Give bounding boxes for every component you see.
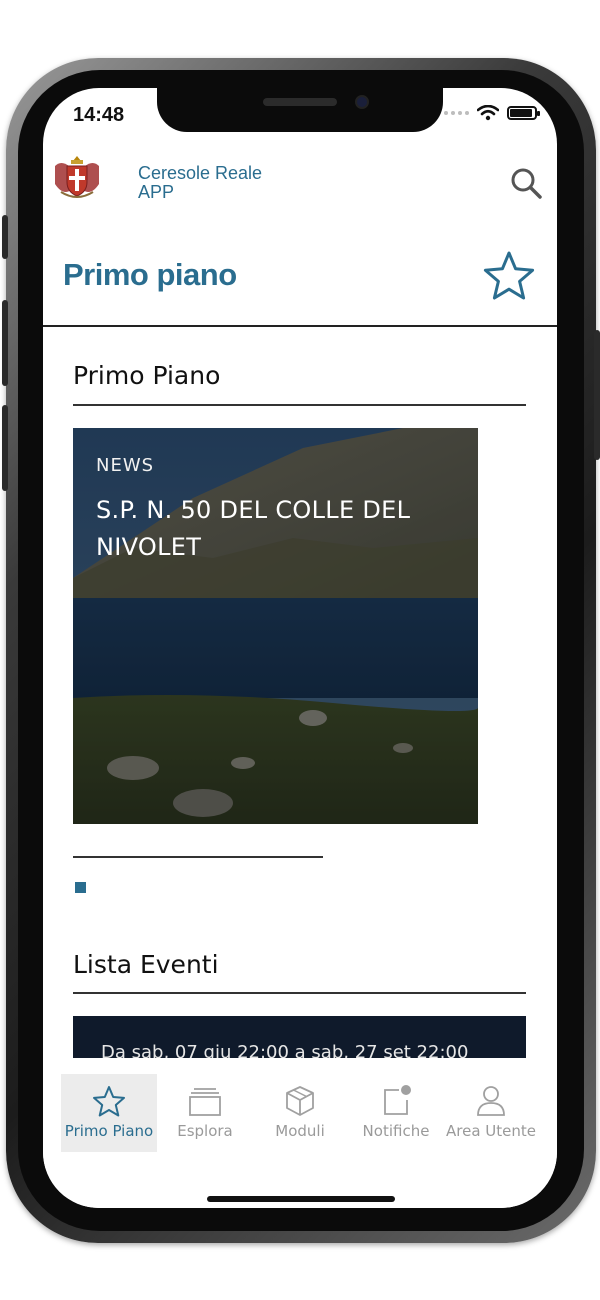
carousel-divider <box>73 856 323 858</box>
tab-notifiche[interactable]: Notifiche <box>348 1074 444 1152</box>
section-title-lista-eventi: Lista Eventi <box>73 950 219 979</box>
tab-label: Primo Piano <box>64 1122 154 1140</box>
search-icon[interactable] <box>509 166 545 202</box>
event-card[interactable]: Da sab, 07 giu 22:00 a sab, 27 set 22:00 <box>73 1016 526 1064</box>
tab-label: Moduli <box>275 1122 325 1140</box>
mute-switch <box>2 215 8 259</box>
news-kicker: NEWS <box>96 455 155 476</box>
bottom-tab-bar: Primo Piano Esplora Moduli Notifiche Are… <box>43 1058 557 1208</box>
tab-label: Esplora <box>177 1122 233 1140</box>
brand-line-1: Ceresole Reale <box>138 163 263 183</box>
featured-news-card[interactable]: NEWS S.P. N. 50 DEL COLLE DEL NIVOLET <box>73 428 478 824</box>
brand-name[interactable]: Ceresole Reale APP <box>138 164 262 202</box>
wifi-icon <box>477 105 499 121</box>
tab-primo-piano[interactable]: Primo Piano <box>61 1074 157 1152</box>
notch <box>157 88 443 132</box>
layers-icon <box>189 1088 221 1116</box>
status-time: 14:48 <box>73 104 125 126</box>
tab-label: Area Utente <box>446 1122 536 1140</box>
status-icons <box>444 105 540 121</box>
tab-area-utente[interactable]: Area Utente <box>443 1074 539 1152</box>
star-icon <box>93 1086 125 1117</box>
speaker-grille <box>263 98 337 106</box>
volume-down-button <box>2 405 8 491</box>
section-divider <box>73 404 526 406</box>
tab-label: Notifiche <box>362 1122 430 1140</box>
lake-photo <box>73 428 478 824</box>
brand-line-2: APP <box>138 182 175 202</box>
favorite-star-icon[interactable] <box>483 250 535 302</box>
battery-icon <box>507 106 540 120</box>
user-icon <box>477 1086 505 1116</box>
section-title-primo-piano: Primo Piano <box>73 361 221 390</box>
app-screen: 14:48 Ceresole Reale APP Primo piano Pri… <box>43 88 557 1208</box>
signal-dots-icon <box>444 111 469 115</box>
coat-of-arms-logo[interactable] <box>51 154 103 200</box>
home-indicator[interactable] <box>207 1196 395 1202</box>
carousel-page-indicator[interactable] <box>75 882 86 893</box>
page-title: Primo piano <box>63 257 237 292</box>
volume-up-button <box>2 300 8 386</box>
tab-esplora[interactable]: Esplora <box>157 1074 253 1152</box>
header-divider <box>43 325 557 327</box>
cube-icon <box>286 1086 314 1116</box>
front-camera <box>355 95 369 109</box>
news-headline: S.P. N. 50 DEL COLLE DEL NIVOLET <box>96 496 411 561</box>
power-button <box>594 330 600 460</box>
app-header: Ceresole Reale APP <box>43 150 557 220</box>
section-divider <box>73 992 526 994</box>
notification-icon <box>384 1085 411 1115</box>
tab-moduli[interactable]: Moduli <box>252 1074 348 1152</box>
